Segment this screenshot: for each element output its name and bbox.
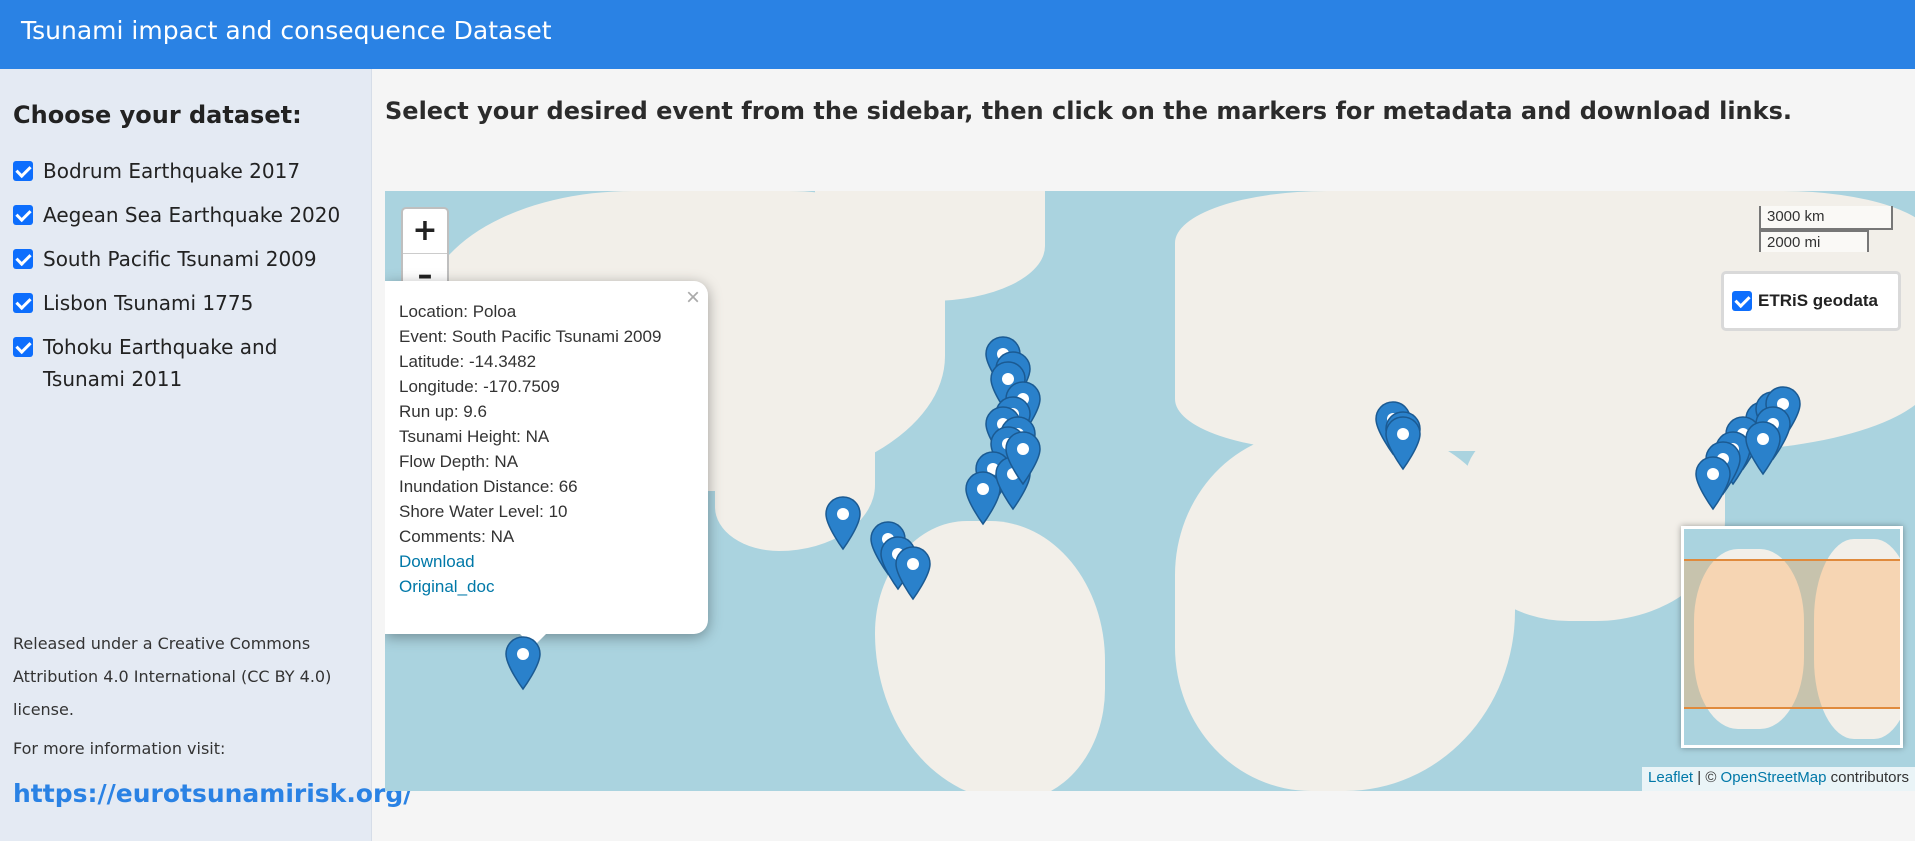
- map-marker-icon[interactable]: [825, 496, 861, 551]
- dataset-item-bodrum[interactable]: Bodrum Earthquake 2017: [13, 155, 363, 187]
- map-marker-icon[interactable]: [505, 636, 541, 691]
- attribution-suffix: contributors: [1826, 769, 1909, 786]
- popup-line: Latitude: -14.3482: [399, 352, 537, 371]
- popup-line: Location: Poloa: [399, 302, 517, 321]
- scale-km: 3000 km: [1759, 206, 1893, 230]
- checkbox-icon[interactable]: [1732, 291, 1752, 311]
- leaflet-map[interactable]: + – 3000 km 2000 mi ETRiS geodata × Loca…: [385, 191, 1915, 791]
- dataset-checkbox-list: Bodrum Earthquake 2017 Aegean Sea Earthq…: [13, 155, 363, 407]
- dataset-label: South Pacific Tsunami 2009: [43, 247, 317, 271]
- map-marker-icon[interactable]: [1005, 431, 1041, 486]
- layer-label: ETRiS geodata: [1758, 291, 1878, 310]
- navbar: Tsunami impact and consequence Dataset: [0, 0, 1915, 69]
- map-marker-icon[interactable]: [1745, 421, 1781, 476]
- checkbox-icon[interactable]: [13, 249, 33, 269]
- scale-bar: 3000 km 2000 mi: [1759, 206, 1893, 252]
- license-text: Released under a Creative Commons Attrib…: [13, 634, 332, 719]
- eurotsunamirisk-link[interactable]: https://eurotsunamirisk.org/: [13, 779, 412, 808]
- dataset-item-lisbon[interactable]: Lisbon Tsunami 1775: [13, 287, 363, 319]
- popup-line: Comments: NA: [399, 527, 515, 546]
- layer-control[interactable]: ETRiS geodata: [1721, 271, 1901, 331]
- checkbox-icon[interactable]: [13, 337, 33, 357]
- popup-close-button[interactable]: ×: [686, 285, 700, 310]
- map-marker-icon[interactable]: [895, 546, 931, 601]
- dataset-item-south-pacific[interactable]: South Pacific Tsunami 2009: [13, 243, 363, 275]
- dataset-item-aegean[interactable]: Aegean Sea Earthquake 2020: [13, 199, 363, 231]
- sidebar-heading: Choose your dataset:: [13, 101, 302, 129]
- checkbox-icon[interactable]: [13, 161, 33, 181]
- checkbox-icon[interactable]: [13, 293, 33, 313]
- osm-link[interactable]: OpenStreetMap: [1721, 769, 1827, 786]
- more-info-text: For more information visit:: [13, 739, 226, 758]
- sidebar: Choose your dataset: Bodrum Earthquake 2…: [0, 69, 412, 841]
- page-headline: Select your desired event from the sideb…: [385, 97, 1792, 125]
- popup-line: Longitude: -170.7509: [399, 377, 560, 396]
- checkbox-icon[interactable]: [13, 205, 33, 225]
- land-greenland: [815, 191, 1045, 301]
- popup-line: Event: South Pacific Tsunami 2009: [399, 327, 662, 346]
- popup-line: Inundation Distance: 66: [399, 477, 578, 496]
- leaflet-link[interactable]: Leaflet: [1648, 769, 1693, 786]
- popup-line: Shore Water Level: 10: [399, 502, 568, 521]
- land-africa: [1175, 431, 1515, 791]
- map-marker-icon[interactable]: [1695, 456, 1731, 511]
- map-marker-icon[interactable]: [1385, 416, 1421, 471]
- zoom-in-button[interactable]: +: [403, 209, 447, 254]
- popup-line: Tsunami Height: NA: [399, 427, 550, 446]
- dataset-label: Bodrum Earthquake 2017: [43, 159, 301, 183]
- popup-line: Run up: 9.6: [399, 402, 487, 421]
- minimap[interactable]: [1681, 526, 1903, 748]
- dataset-item-tohoku[interactable]: Tohoku Earthquake and Tsunami 2011: [13, 331, 363, 395]
- dataset-label: Aegean Sea Earthquake 2020: [43, 203, 341, 227]
- dataset-label: Tohoku Earthquake and Tsunami 2011: [43, 335, 278, 391]
- download-link[interactable]: Download: [399, 549, 708, 574]
- original-doc-link[interactable]: Original_doc: [399, 574, 708, 599]
- popup-line: Flow Depth: NA: [399, 452, 519, 471]
- map-attribution: Leaflet | © OpenStreetMap contributors: [1642, 767, 1915, 791]
- marker-popup: × Location: Poloa Event: South Pacific T…: [385, 281, 708, 634]
- dataset-label: Lisbon Tsunami 1775: [43, 291, 254, 315]
- minimap-viewport: [1684, 559, 1900, 709]
- app-title: Tsunami impact and consequence Dataset: [21, 16, 552, 45]
- scale-mi: 2000 mi: [1759, 230, 1869, 252]
- attribution-separator: | ©: [1693, 769, 1721, 786]
